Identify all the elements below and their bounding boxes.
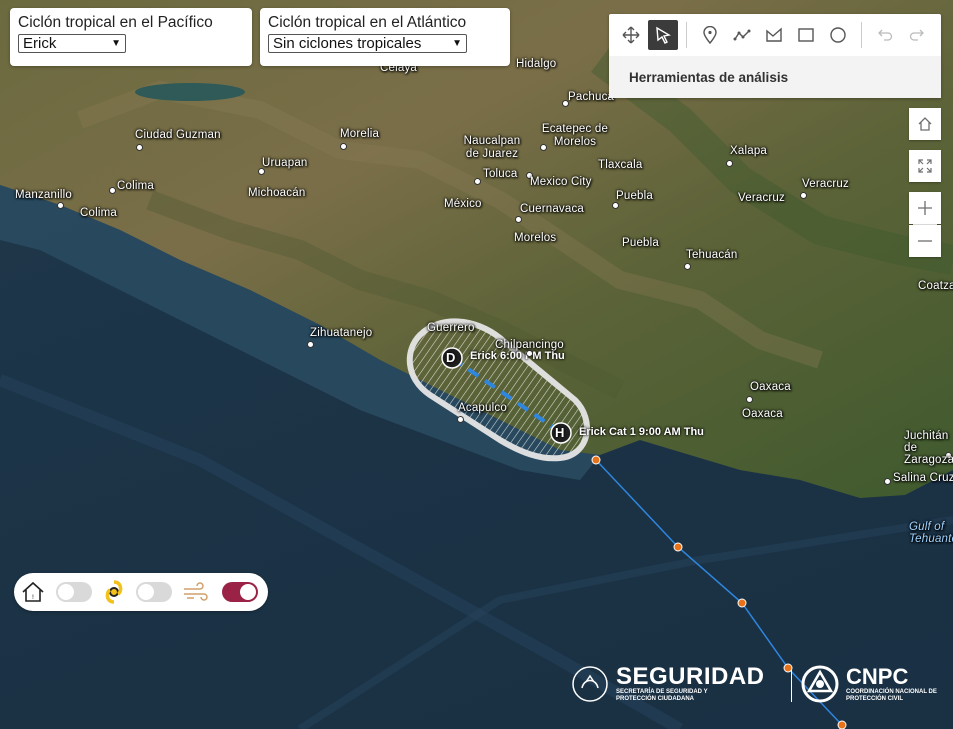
toggle-house-layer[interactable] (56, 582, 92, 602)
atlantic-cyclone-label: Ciclón tropical en el Atlántico (268, 14, 467, 31)
seguridad-logo: SEGURIDAD SECRETARÍA DE SEGURIDAD Y PROT… (570, 664, 765, 704)
place-label: Puebla (622, 237, 660, 249)
track-point (737, 598, 747, 608)
point-d-label: Erick 6:00 PM Thu (470, 350, 565, 362)
select-arrow-icon (656, 26, 671, 44)
fullscreen-icon (918, 159, 932, 173)
point-h-letter: H (555, 425, 565, 440)
place-label: Colima (80, 207, 117, 219)
place-label: Veracruz (738, 192, 785, 204)
place-label: Cuernavaca (520, 203, 585, 215)
atlantic-cyclone-select[interactable]: Sin ciclones tropicales ▼ (268, 34, 467, 53)
track-point (837, 720, 847, 729)
place-label: Michoacán (248, 187, 306, 199)
place-label: Naucalpan de Juarez (463, 135, 521, 160)
toggle-wind-layer[interactable] (222, 582, 258, 602)
redo-icon (909, 29, 924, 41)
place-label: Ecatepec de Morelos (541, 123, 609, 148)
place-label: Juchitán de Zaragoza (904, 430, 953, 466)
seguridad-title: SEGURIDAD (616, 663, 765, 690)
cnpc-logo: CNPC COORDINACIÓN NACIONAL DE PROTECCIÓN… (800, 664, 944, 704)
place-label: Veracruz (802, 178, 849, 190)
place-label: Morelia (340, 128, 380, 140)
home-button[interactable] (909, 108, 941, 140)
place-label: Morelos (514, 232, 557, 244)
wind-icon (184, 582, 208, 601)
pacific-cyclone-panel: Ciclón tropical en el Pacífico Erick ▼ (10, 8, 252, 66)
point-tool-button[interactable] (695, 20, 725, 50)
water-label: Gulf of Tehuantepec (909, 521, 953, 545)
fullscreen-button[interactable] (909, 150, 941, 182)
place-label: Colima (117, 180, 154, 192)
pacific-cyclone-selected: Erick (23, 35, 57, 52)
mexico-seal-icon (572, 666, 608, 702)
satellite-map[interactable]: D H Erick 6:00 PM Thu Erick Cat 1 9:00 A… (0, 0, 953, 729)
select-tool-button[interactable] (648, 20, 678, 50)
place-label: Acapulco (458, 402, 507, 414)
hurricane-icon (105, 580, 123, 604)
chevron-down-icon: ▼ (452, 38, 462, 49)
civil-protection-icon (801, 665, 839, 703)
zoom-out-button[interactable] (909, 225, 941, 257)
zoom-in-button[interactable] (909, 192, 941, 224)
polyline-icon (733, 29, 751, 41)
svg-text:!: ! (32, 594, 34, 601)
toolbar-title: Herramientas de análisis (629, 69, 789, 85)
undo-icon (878, 29, 893, 41)
circle-icon (830, 27, 846, 43)
rectangle-icon (798, 28, 814, 42)
rectangle-tool-button[interactable] (791, 20, 821, 50)
map-base-layer (0, 0, 953, 729)
track-point (673, 542, 683, 552)
redo-button[interactable] (902, 20, 932, 50)
toggle-hurricane-layer[interactable] (136, 582, 172, 602)
chevron-down-icon: ▼ (111, 38, 121, 49)
place-label: Pachuca (568, 91, 615, 103)
zoom-out-icon (918, 240, 932, 242)
polygon-icon (766, 27, 782, 42)
track-point (591, 455, 601, 465)
polygon-tool-button[interactable] (759, 20, 789, 50)
place-label: Puebla (616, 190, 654, 202)
place-label: Manzanillo (15, 189, 72, 201)
atlantic-cyclone-selected: Sin ciclones tropicales (273, 35, 422, 52)
analysis-toolbar: Herramientas de análisis (609, 14, 941, 98)
place-label: Oaxaca (742, 408, 783, 420)
point-pin-icon (703, 26, 717, 44)
place-label: Ciudad Guzman (135, 129, 221, 141)
polyline-tool-button[interactable] (727, 20, 757, 50)
layer-toggle-bar: ! (14, 573, 268, 611)
home-icon (918, 117, 932, 131)
move-icon (622, 26, 640, 44)
move-tool-button[interactable] (616, 20, 646, 50)
cnpc-subtitle: COORDINACIÓN NACIONAL DE PROTECCIÓN CIVI… (846, 689, 937, 702)
undo-button[interactable] (870, 20, 900, 50)
place-label: Guerrero (427, 322, 475, 334)
place-label: Toluca (483, 168, 518, 180)
seguridad-subtitle: SECRETARÍA DE SEGURIDAD Y PROTECCIÓN CIU… (616, 689, 708, 702)
place-label: Hidalgo (516, 58, 557, 70)
point-h-label: Erick Cat 1 9:00 AM Thu (579, 426, 704, 438)
atlantic-cyclone-panel: Ciclón tropical en el Atlántico Sin cicl… (260, 8, 510, 66)
place-label: Xalapa (730, 145, 768, 157)
place-label: Chilpancingo (495, 339, 564, 351)
place-label: Oaxaca (750, 381, 791, 393)
pacific-cyclone-select[interactable]: Erick ▼ (18, 34, 126, 53)
place-label: Uruapan (262, 157, 308, 169)
place-label: Tlaxcala (598, 159, 643, 171)
point-d-letter: D (446, 350, 456, 365)
house-warning-icon: ! (22, 581, 44, 602)
place-label: México (444, 198, 482, 210)
place-label: Tehuacán (686, 249, 738, 261)
cnpc-title: CNPC (846, 664, 909, 689)
place-label: Zihuatanejo (310, 327, 373, 339)
zoom-in-icon (918, 201, 932, 215)
circle-tool-button[interactable] (823, 20, 853, 50)
place-label: Coatza (918, 280, 953, 292)
place-label: Salina Cruz (893, 472, 953, 484)
pacific-cyclone-label: Ciclón tropical en el Pacífico (18, 14, 213, 31)
place-label: Mexico City (530, 176, 592, 188)
